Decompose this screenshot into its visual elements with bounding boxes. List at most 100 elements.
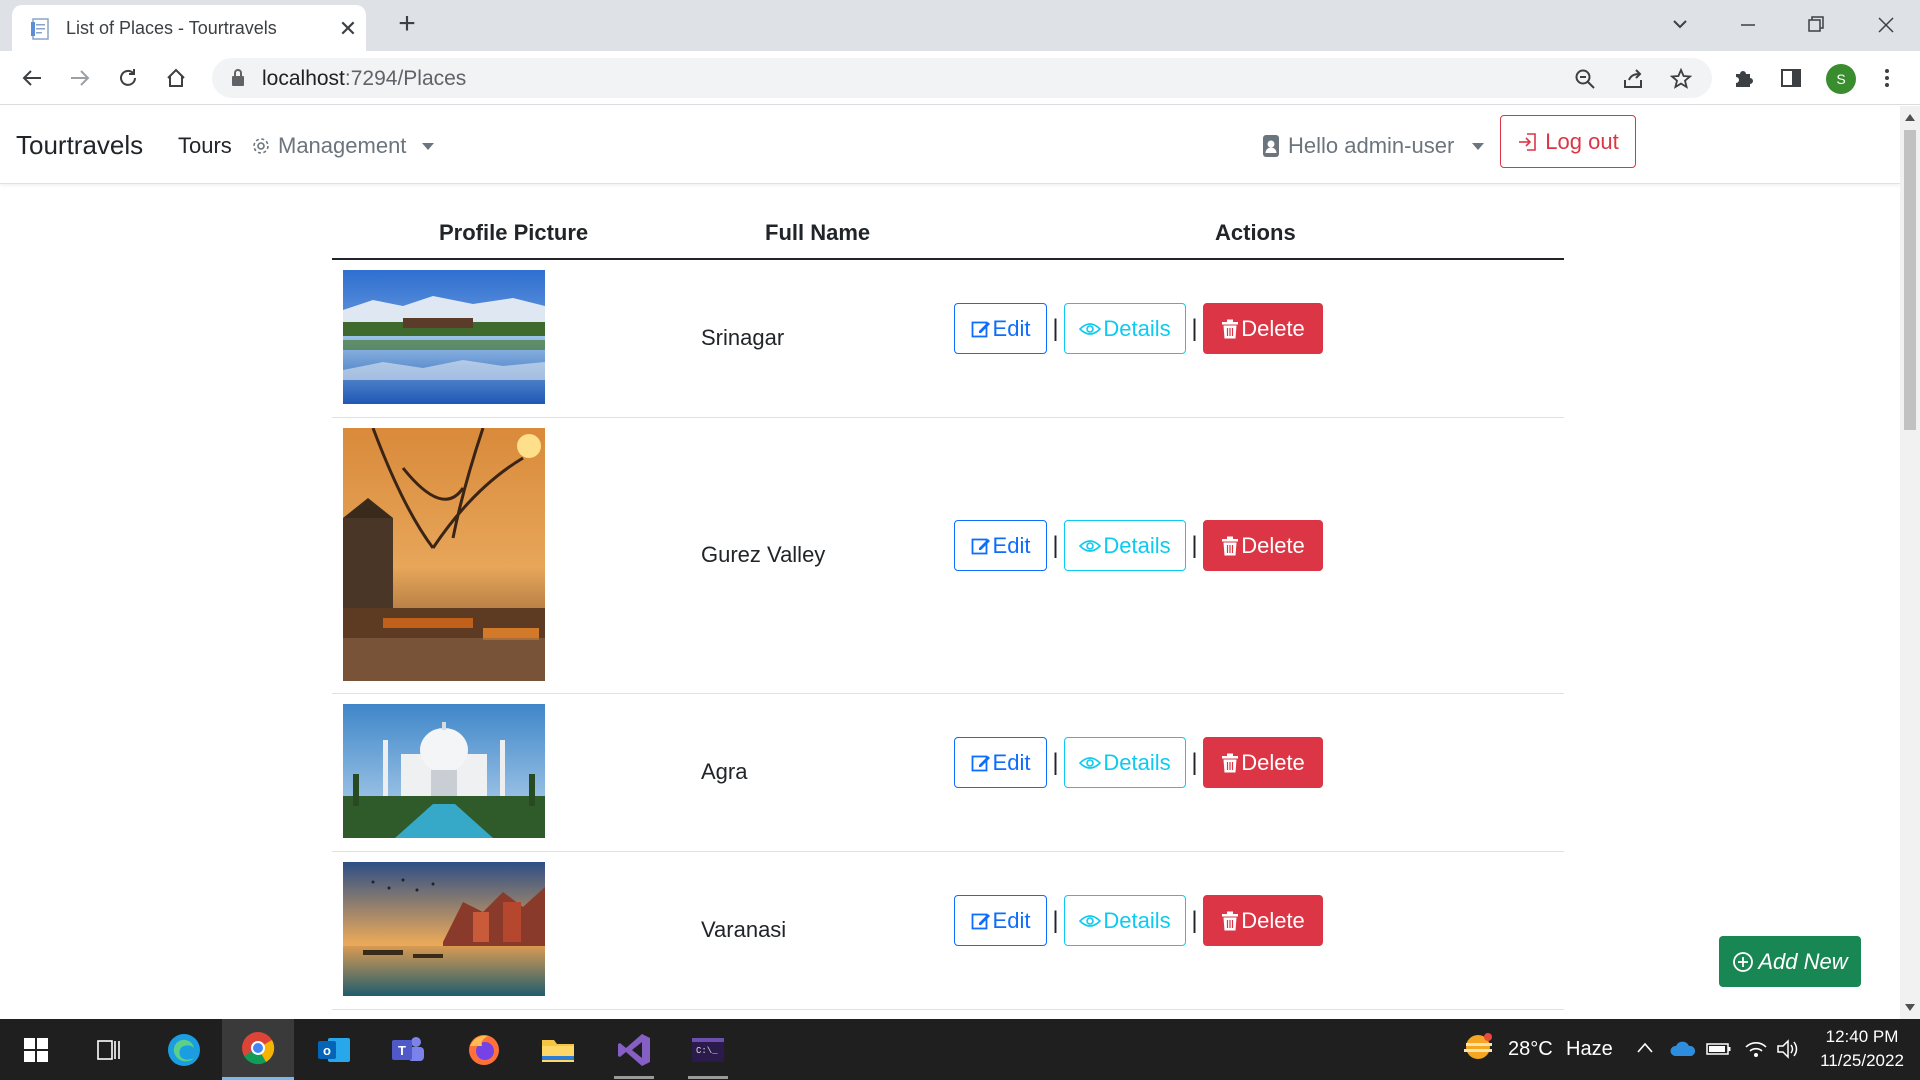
scroll-thumb[interactable] [1904,130,1916,430]
delete-button[interactable]: Delete [1203,520,1323,571]
clock-time: 12:40 PM [1825,1027,1899,1046]
place-image [343,427,545,681]
browser-toolbar: localhost:7294/Places S [0,51,1920,105]
page-scrollbar[interactable] [1900,106,1920,1019]
scroll-up-icon[interactable] [1905,114,1915,121]
tab-title: List of Places - Tourtravels [66,18,277,38]
add-new-button[interactable]: Add New [1719,936,1861,987]
firefox-icon[interactable] [448,1019,520,1080]
extensions-icon[interactable] [1728,63,1758,93]
places-table: Profile Picture Full Name Actions Srinag… [332,178,1564,1010]
separator: | [1191,748,1198,776]
edit-button[interactable]: Edit [954,520,1047,571]
row-actions: Edit | Details | Delete [954,303,1323,354]
place-image [343,270,545,404]
url-text: localhost:7294/Places [262,67,467,90]
delete-button[interactable]: Delete [1203,737,1323,788]
delete-label: Delete [1241,907,1305,933]
weather-icon[interactable] [1460,1031,1496,1070]
page-viewport: Tourtravels Tours Management Hello admin… [0,106,1900,1019]
bookmark-star-icon[interactable] [1668,66,1694,92]
zoom-icon[interactable] [1572,66,1598,92]
chevron-up-icon[interactable] [1636,1041,1654,1060]
nav-tours-link[interactable]: Tours [178,133,232,159]
nav-management-dropdown[interactable]: Management [250,133,435,159]
place-name: Varanasi [701,917,787,942]
address-bar[interactable]: localhost:7294/Places [212,58,1712,98]
delete-button[interactable]: Delete [1203,303,1323,354]
eye-icon [1079,322,1102,335]
start-icon[interactable] [0,1019,72,1080]
details-label: Details [1103,532,1171,558]
header-profile-picture: Profile Picture [439,220,589,245]
teams-icon[interactable]: T [372,1019,444,1080]
delete-button[interactable]: Delete [1203,895,1323,946]
new-tab-button[interactable]: + [390,8,424,42]
separator: | [1052,748,1059,776]
separator: | [1191,906,1198,934]
forward-arrow-icon[interactable] [62,60,98,96]
edit-button[interactable]: Edit [954,303,1047,354]
chevron-down-icon [422,142,435,150]
table-row: Varanasi Edit | Details | Delete [332,852,1564,1010]
details-button[interactable]: Details [1064,737,1186,788]
system-clock[interactable]: 12:40 PM 11/25/2022 [1810,1025,1914,1073]
chrome-icon[interactable] [222,1019,294,1080]
tab-strip: List of Places - Tourtravels ✕ + [0,0,1920,51]
file-explorer-icon[interactable] [522,1019,594,1080]
wifi-icon[interactable] [1744,1039,1768,1064]
user-dropdown[interactable]: Hello admin-user [1262,133,1485,159]
details-label: Details [1103,907,1171,933]
logout-button[interactable]: Log out [1500,115,1636,168]
tab-search-icon[interactable] [1660,8,1700,42]
menu-dots-icon[interactable] [1872,63,1902,93]
back-arrow-icon[interactable] [14,60,50,96]
edit-button[interactable]: Edit [954,895,1047,946]
restore-icon[interactable] [1796,8,1836,42]
plus-circle-icon [1733,951,1754,972]
edit-button[interactable]: Edit [954,737,1047,788]
share-icon[interactable] [1620,66,1646,92]
delete-label: Delete [1241,315,1305,341]
svg-text:o: o [323,1043,331,1058]
lock-icon[interactable] [230,68,246,93]
battery-icon[interactable] [1706,1041,1732,1062]
close-window-icon[interactable] [1866,8,1906,42]
task-view-icon[interactable] [72,1019,144,1080]
chevron-down-icon [1472,142,1485,150]
onedrive-icon[interactable] [1670,1041,1696,1062]
terminal-icon[interactable]: C:\_ [672,1019,744,1080]
browser-tab[interactable]: List of Places - Tourtravels ✕ [12,5,366,51]
place-name: Gurez Valley [701,542,826,567]
trash-icon [1222,319,1239,338]
profile-avatar[interactable]: S [1826,64,1856,94]
tab-close-icon[interactable]: ✕ [334,15,362,43]
details-button[interactable]: Details [1064,303,1186,354]
edge-icon[interactable] [148,1019,220,1080]
visual-studio-icon[interactable] [598,1019,670,1080]
brand-link[interactable]: Tourtravels [16,130,143,161]
minimize-icon[interactable] [1728,8,1768,42]
details-button[interactable]: Details [1064,520,1186,571]
reload-icon[interactable] [110,60,146,96]
clock-date: 11/25/2022 [1820,1051,1904,1070]
side-panel-icon[interactable] [1776,63,1806,93]
user-badge-icon [1263,135,1279,157]
outlook-icon[interactable]: o [298,1019,370,1080]
svg-text:C:\_: C:\_ [696,1046,718,1056]
site-navbar: Tourtravels Tours Management Hello admin… [0,106,1900,184]
edit-icon [971,538,990,554]
trash-icon [1222,911,1239,930]
home-icon[interactable] [158,60,194,96]
scroll-down-icon[interactable] [1905,1004,1915,1011]
table-header: Profile Picture Full Name Actions [332,178,1564,260]
svg-text:T: T [398,1043,406,1058]
weather-text: Haze [1566,1038,1613,1060]
place-image [343,862,545,996]
header-actions: Actions [1215,220,1296,245]
edit-icon [971,755,990,771]
details-label: Details [1103,749,1171,775]
logout-label: Log out [1545,128,1619,154]
volume-icon[interactable] [1776,1039,1800,1064]
details-button[interactable]: Details [1064,895,1186,946]
